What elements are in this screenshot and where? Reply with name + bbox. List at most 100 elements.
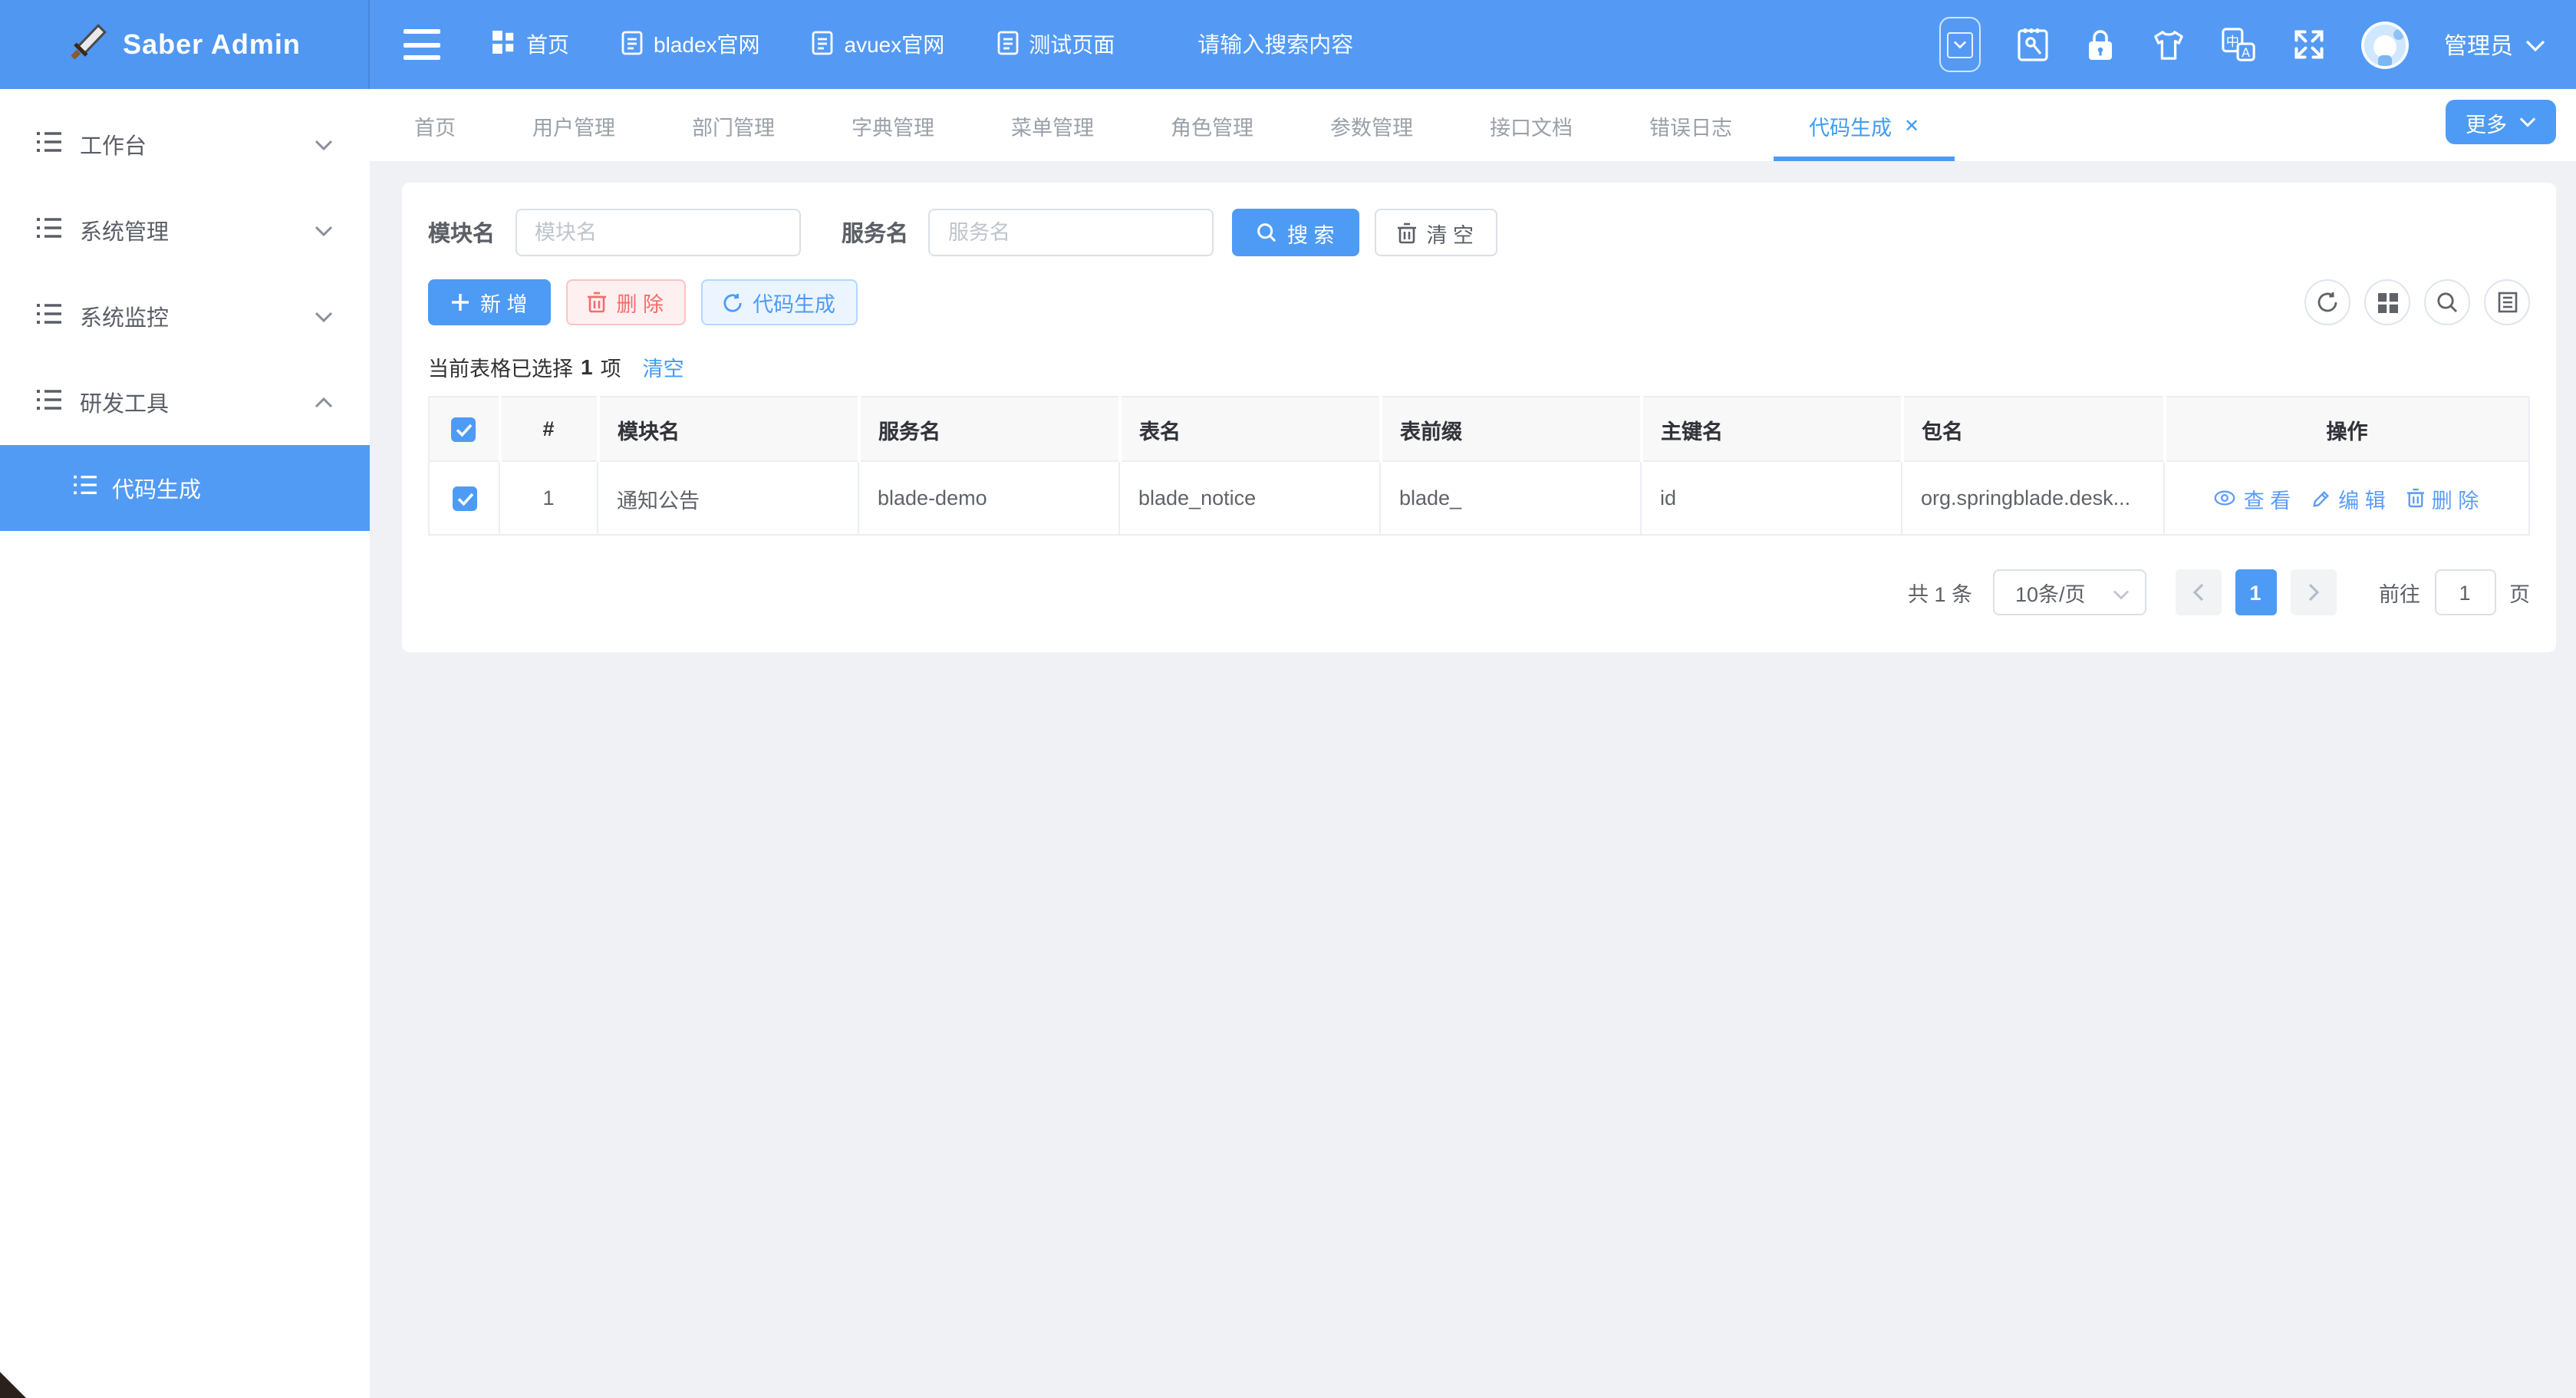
search-button[interactable]: 搜 索 [1232, 209, 1359, 256]
chevron-down-icon [315, 132, 333, 157]
tab-menu-mgmt[interactable]: 菜单管理 [973, 89, 1132, 161]
close-icon[interactable]: ✕ [1904, 114, 1919, 136]
sidebar-item-workbench[interactable]: 工作台 [0, 101, 370, 187]
total-count: 共 1 条 [1908, 577, 1972, 608]
lock-icon[interactable] [2085, 27, 2116, 62]
log-icon[interactable] [2016, 26, 2050, 63]
search-icon [1257, 223, 1276, 242]
delete-link[interactable]: 删 除 [2407, 483, 2479, 513]
col-table-name: 表名 [1119, 397, 1380, 461]
cell-prefix: blade_ [1380, 461, 1641, 535]
pagination: 共 1 条 10条/页 1 [428, 569, 2530, 615]
delete-button[interactable]: 删 除 [566, 279, 686, 325]
cell-service: blade-demo [858, 461, 1119, 535]
user-avatar[interactable] [2361, 21, 2409, 68]
refresh-icon[interactable] [2304, 279, 2350, 325]
tag-box-icon[interactable] [1939, 17, 1981, 72]
top-nav-test-page[interactable]: 测试页面 [996, 29, 1115, 60]
add-button[interactable]: 新 增 [428, 279, 551, 325]
next-page-button[interactable] [2290, 569, 2336, 615]
tab-error-log[interactable]: 错误日志 [1611, 89, 1771, 161]
more-tabs-button[interactable]: 更多 [2446, 100, 2556, 144]
top-nav-home[interactable]: 首页 [492, 29, 569, 60]
doc-icon [812, 30, 834, 59]
tab-code-generation[interactable]: 代码生成 ✕ [1771, 89, 1958, 161]
top-nav: 首页 bladex官网 [492, 29, 1115, 60]
row-checkbox[interactable] [452, 486, 476, 510]
theme-shirt-icon[interactable] [2151, 28, 2186, 61]
tab-user-mgmt[interactable]: 用户管理 [494, 89, 654, 161]
sidebar: 工作台 系统管理 [0, 89, 370, 1398]
tab-dept-mgmt[interactable]: 部门管理 [654, 89, 813, 161]
logo[interactable]: Saber Admin [0, 0, 370, 89]
module-name-input[interactable] [515, 209, 800, 256]
list-icon [37, 216, 63, 245]
view-link[interactable]: 查 看 [2215, 483, 2291, 513]
table-header-row: # 模块名 服务名 表名 表前缀 主键名 包名 操作 [429, 397, 2529, 461]
col-service: 服务名 [858, 397, 1119, 461]
topbar-right: 中 A 管理员 [1939, 17, 2545, 72]
topbar-main: 首页 bladex官网 [370, 0, 2576, 89]
tab-param-mgmt[interactable]: 参数管理 [1292, 89, 1451, 161]
chevron-down-icon [2525, 31, 2545, 58]
top-nav-bladex[interactable]: bladex官网 [621, 29, 760, 60]
selection-hint: 当前表格已选择 1 项 清空 [428, 351, 2530, 382]
prev-page-button[interactable] [2175, 569, 2221, 615]
list-icon [37, 302, 63, 331]
main-content: 首页 用户管理 部门管理 字典管理 菜单管理 角色管理 参数管理 接口文档 错误… [370, 89, 2576, 1398]
goto-page-input[interactable] [2434, 569, 2495, 615]
tab-role-mgmt[interactable]: 角色管理 [1132, 89, 1292, 161]
crud-table: # 模块名 服务名 表名 表前缀 主键名 包名 操作 [428, 396, 2530, 536]
col-index: # [499, 397, 598, 461]
clear-selection-link[interactable]: 清空 [643, 351, 684, 382]
trash-icon [1398, 222, 1416, 243]
grid-icon [492, 31, 516, 58]
column-settings-icon[interactable] [2364, 279, 2410, 325]
sidebar-item-code-generation[interactable]: 代码生成 [0, 445, 370, 531]
trash-icon [2407, 488, 2424, 508]
sidebar-item-system-mgmt[interactable]: 系统管理 [0, 187, 370, 273]
crud-card: 模块名 服务名 搜 索 清 空 [402, 183, 2556, 652]
refresh-icon [722, 292, 742, 312]
user-menu[interactable]: 管理员 [2444, 28, 2545, 61]
sword-logo-icon [68, 22, 107, 67]
edit-icon [2312, 489, 2331, 507]
top-nav-avuex[interactable]: avuex官网 [812, 29, 945, 60]
col-prefix: 表前缀 [1380, 397, 1641, 461]
doc-icon [996, 30, 1018, 59]
page-size-select[interactable]: 10条/页 [1992, 569, 2146, 615]
col-actions: 操作 [2164, 397, 2529, 461]
collapse-menu-button[interactable] [404, 29, 440, 60]
app-title: Saber Admin [123, 28, 301, 61]
page-number-1[interactable]: 1 [2235, 569, 2276, 615]
global-search [1197, 31, 1520, 58]
trash-icon [588, 292, 606, 313]
code-generate-button[interactable]: 代码生成 [700, 279, 857, 325]
cell-package: org.springblade.desk... [1902, 461, 2164, 535]
language-icon[interactable]: 中 A [2222, 27, 2257, 62]
menu-doc-icon[interactable] [2484, 279, 2530, 325]
tab-api-docs[interactable]: 接口文档 [1451, 89, 1611, 161]
eye-icon [2215, 490, 2236, 506]
sidebar-item-dev-tools[interactable]: 研发工具 [0, 359, 370, 445]
sidebar-item-system-monitor[interactable]: 系统监控 [0, 273, 370, 359]
service-name-input[interactable] [928, 209, 1214, 256]
fullscreen-icon[interactable] [2292, 28, 2326, 61]
tab-home[interactable]: 首页 [376, 89, 494, 161]
tab-dict-mgmt[interactable]: 字典管理 [813, 89, 973, 161]
app-root: Saber Admin 首页 [0, 0, 2576, 1398]
crud-toolbar: 新 增 删 除 代码生成 [428, 279, 2530, 325]
clear-button[interactable]: 清 空 [1375, 209, 1497, 256]
cell-pk: id [1641, 461, 1902, 535]
module-name-label: 模块名 [428, 216, 495, 249]
global-search-input[interactable] [1197, 33, 1520, 58]
workspace: 模块名 服务名 搜 索 清 空 [370, 161, 2576, 1398]
table-row[interactable]: 1 通知公告 blade-demo blade_notice blade_ id… [429, 461, 2529, 535]
search-toggle-icon[interactable] [2424, 279, 2470, 325]
list-icon [37, 387, 63, 417]
topbar: Saber Admin 首页 [0, 0, 2576, 89]
cell-table-name: blade_notice [1119, 461, 1380, 535]
edit-link[interactable]: 编 辑 [2312, 483, 2386, 513]
select-all-checkbox[interactable] [452, 417, 476, 441]
list-icon [37, 130, 63, 159]
